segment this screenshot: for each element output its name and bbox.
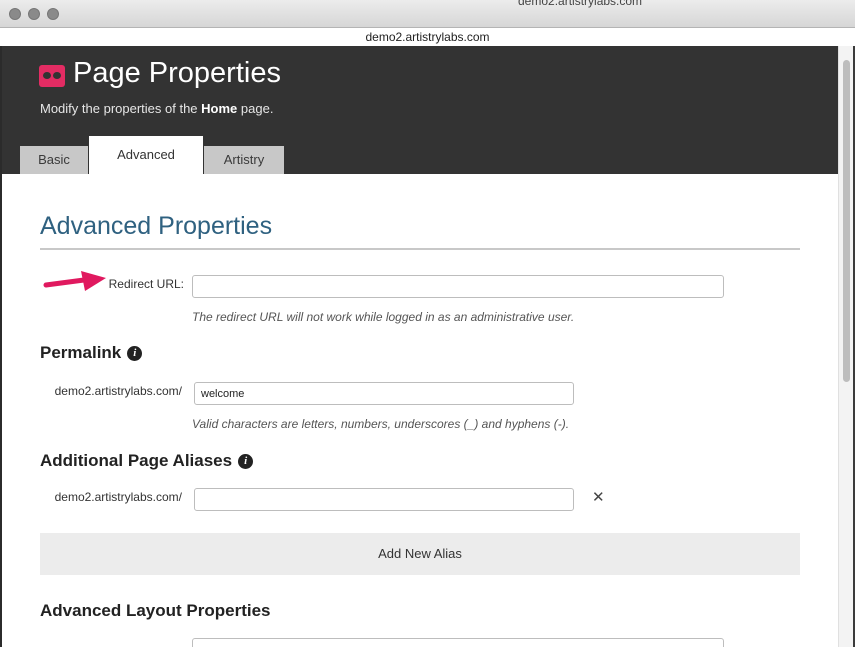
page-name: Home (201, 101, 238, 116)
tab-basic[interactable]: Basic (20, 146, 88, 174)
dialog-header: Page Properties Modify the properties of… (2, 46, 838, 174)
page-title: Page Properties (73, 57, 281, 89)
permalink-prefix: demo2.artistrylabs.com/ (54, 384, 182, 398)
section-heading: Advanced Properties (40, 212, 273, 240)
redirect-url-label: Redirect URL: (108, 277, 184, 291)
alias-input[interactable] (194, 488, 574, 511)
layout-heading: Advanced Layout Properties (40, 601, 271, 620)
layout-input[interactable] (192, 638, 724, 647)
close-window-button[interactable] (9, 8, 21, 20)
tab-advanced[interactable]: Advanced (89, 136, 203, 174)
redirect-url-hint: The redirect URL will not work while log… (192, 310, 575, 324)
info-icon[interactable]: i (238, 454, 254, 469)
info-icon[interactable]: i (127, 346, 143, 361)
close-icon[interactable]: ✕ (592, 488, 605, 506)
aliases-heading: Additional Page Aliases i (40, 451, 254, 471)
redirect-url-input[interactable] (192, 275, 724, 298)
artistry-logo-icon (39, 65, 65, 87)
add-new-alias-button[interactable]: Add New Alias (40, 533, 800, 575)
permalink-input[interactable] (194, 382, 574, 405)
window-titlebar: demo2.artistrylabs.com (0, 0, 855, 28)
background-tab-title: demo2.artistrylabs.com (518, 0, 643, 8)
permalink-heading: Permalink i (40, 343, 143, 363)
page-properties-dialog: Page Properties Modify the properties of… (2, 46, 838, 647)
minimize-window-button[interactable] (28, 8, 40, 20)
tab-artistry[interactable]: Artistry (204, 146, 284, 174)
permalink-hint: Valid characters are letters, numbers, u… (192, 417, 570, 431)
zoom-window-button[interactable] (47, 8, 59, 20)
page-subtitle: Modify the properties of the Home page. (40, 101, 274, 116)
window-url: demo2.artistrylabs.com (0, 28, 855, 46)
alias-prefix: demo2.artistrylabs.com/ (54, 490, 182, 504)
scrollbar-thumb[interactable] (843, 60, 850, 382)
heading-divider (40, 248, 800, 250)
